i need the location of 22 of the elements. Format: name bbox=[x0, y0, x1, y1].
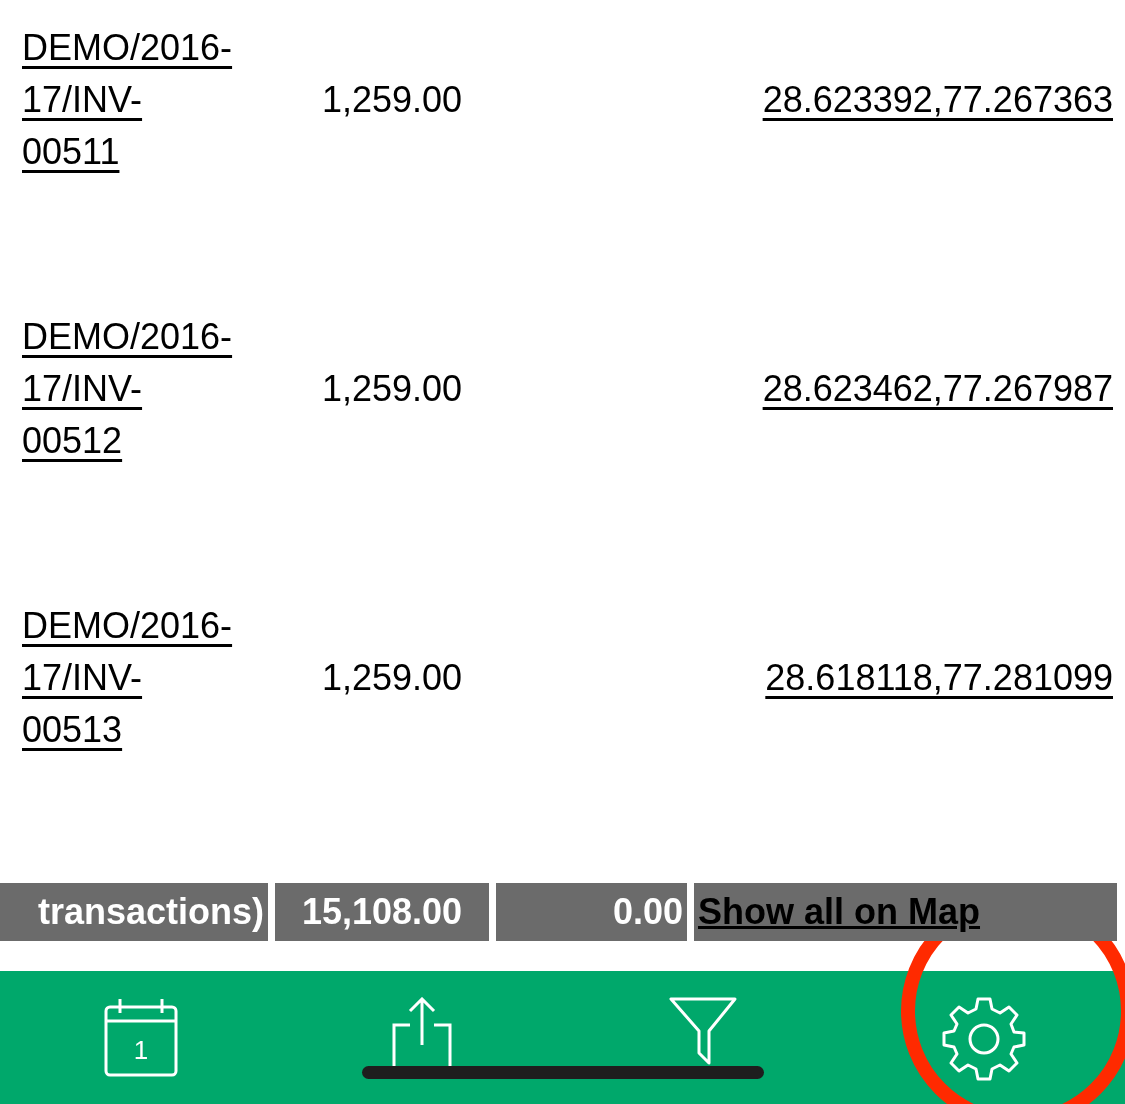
invoice-link[interactable]: 00511 bbox=[22, 126, 120, 178]
amount-text: 1,259.00 bbox=[321, 657, 464, 699]
settings-icon[interactable] bbox=[942, 997, 1027, 1081]
location-link[interactable]: 28.623462,77.267987 bbox=[762, 368, 1113, 410]
location-link[interactable]: 28.623392,77.267363 bbox=[762, 79, 1113, 121]
invoice-link[interactable]: 00513 bbox=[22, 704, 123, 756]
totals-label-cell: transactions) bbox=[0, 883, 268, 941]
invoice-link[interactable]: 00512 bbox=[22, 415, 123, 467]
invoice-link[interactable]: 17/INV- bbox=[22, 74, 143, 126]
totals-amount-cell: 15,108.00 bbox=[275, 883, 489, 941]
invoice-link[interactable]: 17/INV- bbox=[22, 652, 143, 704]
invoice-link[interactable]: 17/INV- bbox=[22, 363, 143, 415]
amount-text: 1,259.00 bbox=[321, 368, 464, 410]
invoice-link[interactable]: DEMO/2016- bbox=[22, 22, 233, 74]
share-icon[interactable] bbox=[391, 997, 452, 1069]
filter-icon[interactable] bbox=[669, 997, 738, 1065]
invoice-link[interactable]: DEMO/2016- bbox=[22, 600, 233, 652]
invoice-link[interactable]: DEMO/2016- bbox=[22, 311, 233, 363]
totals-cell: 0.00 bbox=[496, 883, 687, 941]
amount-text: 1,259.00 bbox=[321, 79, 464, 121]
location-link[interactable]: 28.618118,77.281099 bbox=[765, 657, 1113, 699]
show-map-link[interactable]: Show all on Map bbox=[698, 891, 980, 933]
